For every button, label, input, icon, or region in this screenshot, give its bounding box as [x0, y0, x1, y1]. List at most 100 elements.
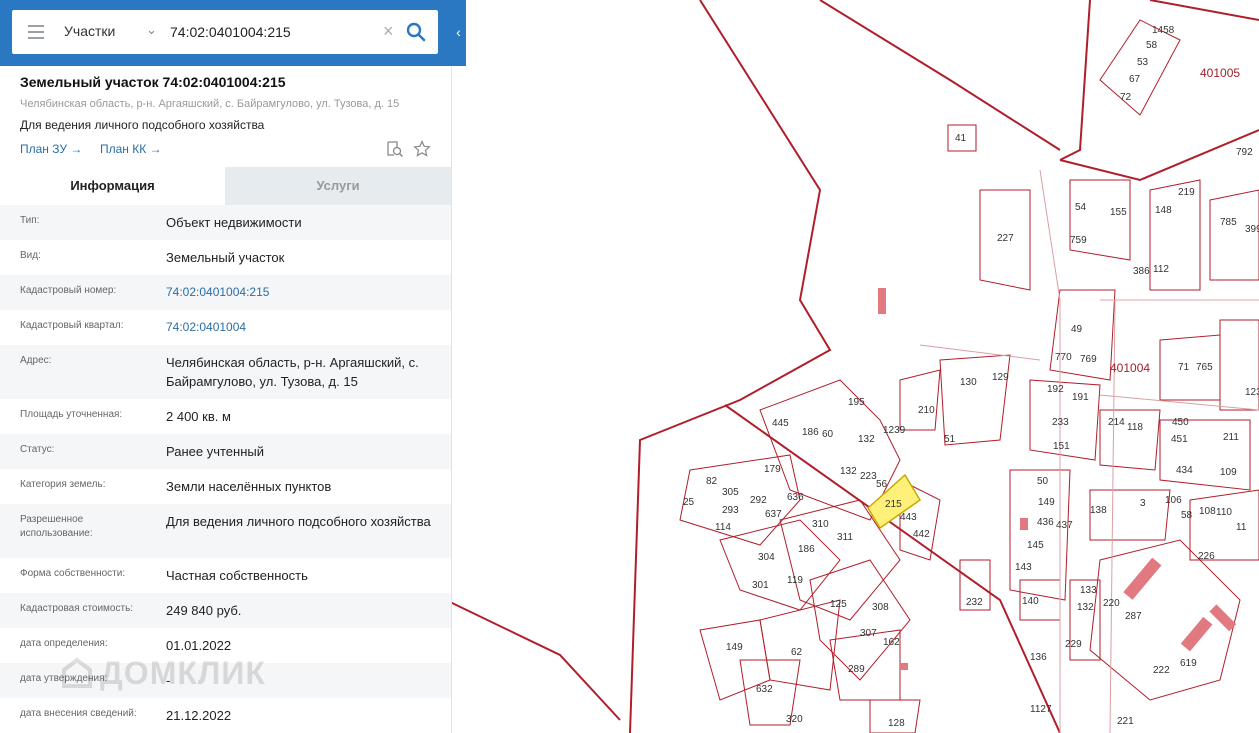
parcel-label: 25: [683, 497, 695, 508]
parcel-label: 51: [944, 434, 956, 445]
menu-icon[interactable]: [28, 25, 44, 39]
parcel-label: 232: [966, 597, 983, 608]
info-row-value[interactable]: 74:02:0401004: [166, 318, 441, 337]
parcel-label: 108: [1199, 506, 1216, 517]
parcel-label: 186: [798, 544, 815, 555]
parcel-label: 215: [885, 499, 902, 510]
info-row: Форма собственности: Частная собственност…: [0, 558, 451, 593]
info-row-label: дата внесения сведений:: [20, 708, 137, 719]
parcel-label: 301: [752, 580, 769, 591]
info-row-label: Кадастровая стоимость:: [20, 603, 134, 614]
parcel-label: 130: [960, 377, 977, 388]
parcel-label: 132: [840, 466, 857, 477]
parcel-label: 82: [706, 476, 718, 487]
parcel-label: 58: [1146, 40, 1158, 51]
info-row: Кадастровая стоимость: 249 840 руб.: [0, 593, 451, 628]
parcel-label: 223: [860, 471, 877, 482]
clear-icon[interactable]: ×: [383, 21, 394, 41]
info-row-label: Статус:: [20, 444, 55, 455]
info-row: Площадь уточненная: 2 400 кв. м: [0, 399, 451, 434]
parcel-label: 118: [1127, 422, 1143, 433]
parcel-label: 49: [1071, 324, 1083, 335]
parcel-label: 619: [1180, 658, 1197, 669]
parcel-label: 233: [1052, 417, 1069, 428]
parcel-label: 11: [1236, 522, 1247, 533]
parcel-label: 289: [848, 664, 865, 675]
parcel-label: 211: [1223, 432, 1239, 443]
info-row-value: Частная собственность: [166, 568, 308, 583]
parcel-label: 186: [802, 427, 819, 438]
parcel-label: 58: [1181, 510, 1193, 521]
favorite-star-icon[interactable]: [413, 140, 431, 158]
cadastral-search-input[interactable]: [170, 21, 380, 43]
info-row: Адрес: Челябинская область, р-н. Аргаяшск…: [0, 345, 451, 399]
info-row-value: 21.12.2022: [166, 708, 232, 723]
info-row-label: Кадастровый номер:: [20, 285, 117, 296]
parcel-label: 148: [1155, 205, 1172, 216]
parcel-label: 123: [1245, 387, 1259, 398]
parcel-label: 759: [1070, 235, 1087, 246]
parcel-label: 305: [722, 487, 739, 498]
parcel-label: 434: [1176, 465, 1193, 476]
parcel-label: 310: [812, 519, 829, 530]
layer-select[interactable]: Участки: [64, 23, 115, 39]
parcel-label: 140: [1022, 596, 1039, 607]
parcel-label: 132: [858, 434, 875, 445]
info-row-label: Разрешенное использование:: [20, 514, 93, 539]
parcel-labels: 401005 401004 1458 58 53 67 72 41 227 54 155 148 219…: [683, 25, 1259, 729]
tab-services[interactable]: Услуги: [225, 167, 451, 205]
info-row: Тип: Объект недвижимости: [0, 205, 451, 240]
watermark: ДОМКЛИК: [100, 655, 266, 691]
parcel-label: 293: [722, 505, 739, 516]
parcel-label: 125: [830, 599, 847, 610]
parcel-label: 219: [1178, 187, 1195, 198]
info-row-label: Категория земель:: [20, 479, 106, 490]
search-box: Участки ⌄ ×: [12, 10, 438, 54]
parcel-label: 221: [1117, 716, 1134, 727]
parcel-label: 399: [1245, 224, 1259, 235]
parcel-label: 308: [872, 602, 889, 613]
parcel-label: 114: [715, 522, 731, 533]
parcel-label: 1127: [1030, 704, 1052, 715]
parcel-label: 56: [876, 479, 888, 490]
info-row-value: Объект недвижимости: [166, 215, 302, 230]
domclick-logo-icon: [62, 657, 92, 688]
parcel-label: 145: [1027, 540, 1044, 551]
parcel-label: 792: [1236, 147, 1253, 158]
parcel-label: 110: [1216, 507, 1232, 518]
info-panel: Земельный участок 74:02:0401004:215 Челя…: [0, 0, 452, 733]
quarter-label: 401005: [1200, 66, 1240, 80]
map-roads: [919, 169, 1259, 733]
plan-kk-link[interactable]: План КК →: [100, 142, 162, 156]
parcel-label: 128: [888, 718, 905, 729]
parcel-label: 292: [750, 495, 767, 506]
info-row-value: 01.01.2022: [166, 638, 232, 653]
search-icon[interactable]: [405, 21, 427, 43]
collapse-panel-button[interactable]: ‹: [451, 14, 466, 50]
parcel-purpose: Для ведения личного подсобного хозяйства: [20, 118, 265, 132]
parcel-label: 192: [1047, 384, 1064, 395]
parcel-label: 304: [758, 552, 775, 563]
chevron-down-icon[interactable]: ⌄: [146, 22, 157, 38]
tab-info[interactable]: Информация: [0, 167, 225, 205]
info-row: дата внесения сведений: 21.12.2022: [0, 698, 451, 733]
search-doc-icon[interactable]: [386, 140, 404, 158]
plan-zu-link[interactable]: План ЗУ →: [20, 142, 82, 156]
parcel-label: 320: [786, 714, 803, 725]
parcel-label: 632: [756, 684, 773, 695]
parcel-label: 307: [860, 628, 877, 639]
info-row: Кадастровый квартал: 74:02:0401004: [0, 310, 451, 345]
parcel-label: 636: [787, 492, 804, 503]
parcel-label: 785: [1220, 217, 1237, 228]
info-row-label: Адрес:: [20, 355, 52, 366]
info-row: Статус: Ранее учтенный: [0, 434, 451, 469]
info-row-value: Челябинская область, р-н. Аргаяшский, с.…: [166, 355, 419, 389]
parcel-label: 112: [1153, 264, 1169, 275]
info-row-value[interactable]: 74:02:0401004:215: [166, 283, 441, 302]
parcel-label: 450: [1172, 417, 1189, 428]
parcel-label: 637: [765, 509, 782, 520]
info-row-label: Форма собственности:: [20, 568, 126, 579]
parcel-label: 229: [1065, 639, 1082, 650]
search-bar: Участки ⌄ ×: [0, 0, 466, 66]
parcel-label: 109: [1220, 467, 1237, 478]
